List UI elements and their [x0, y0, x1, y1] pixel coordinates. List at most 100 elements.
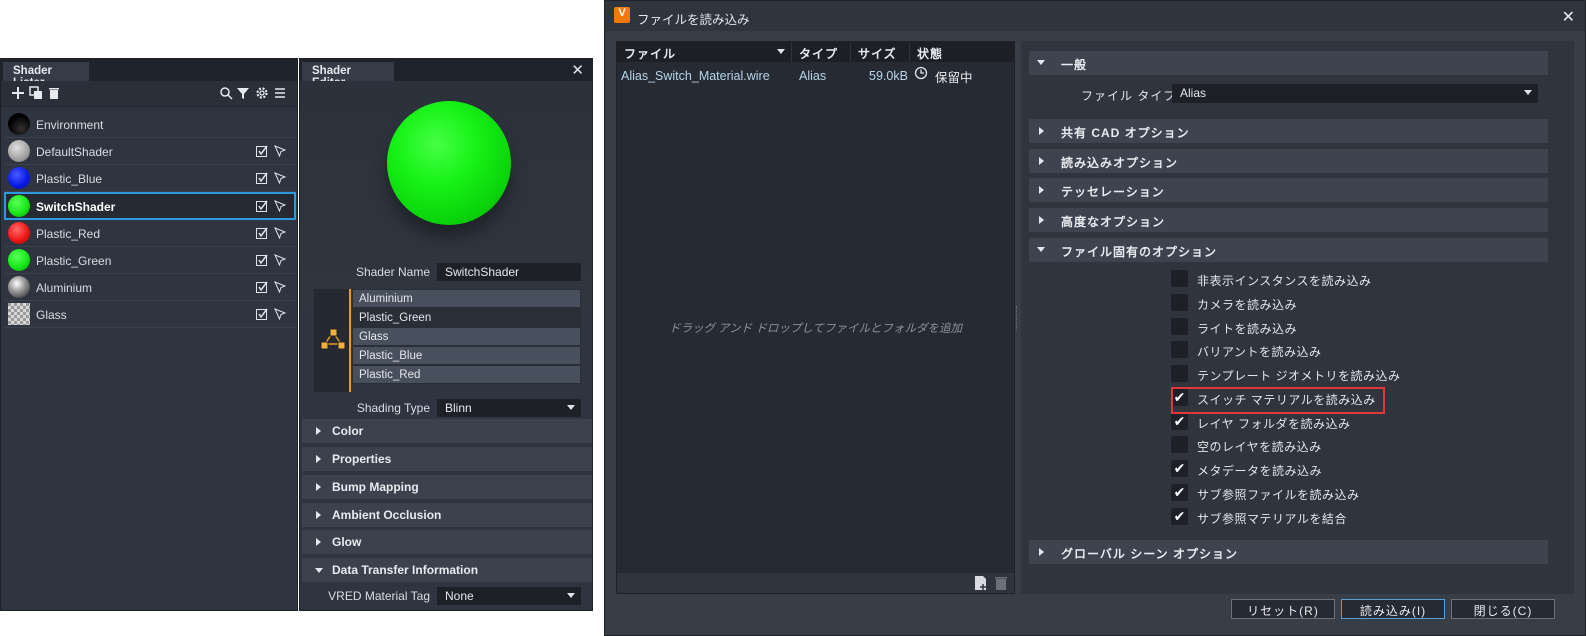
checkbox[interactable]	[1171, 318, 1188, 335]
checkbox-checked[interactable]: ✔	[1171, 460, 1188, 477]
section-label: ファイル固有のオプション	[1061, 245, 1218, 259]
gear-icon[interactable]	[255, 86, 269, 100]
section-color[interactable]: Color	[302, 419, 592, 443]
option-label: 非表示インスタンスを読み込み	[1197, 274, 1372, 288]
section-global-scene-options[interactable]: グローバル シーン オプション	[1029, 540, 1548, 564]
option-label: テンプレート ジオメトリを読み込み	[1197, 369, 1401, 383]
apply-check-icon[interactable]	[256, 254, 268, 266]
section-ambient-occlusion[interactable]: Ambient Occlusion	[302, 503, 592, 527]
section-label: 共有 CAD オプション	[1061, 126, 1190, 140]
section-advanced-options[interactable]: 高度なオプション	[1029, 208, 1548, 232]
shader-name-input[interactable]: SwitchShader	[437, 263, 581, 281]
section-shared-cad-options[interactable]: 共有 CAD オプション	[1029, 119, 1548, 143]
section-label: 高度なオプション	[1061, 215, 1166, 229]
file-type-value: Alias	[1180, 86, 1207, 100]
dialog-title: ファイルを読み込み	[637, 13, 750, 27]
trash-icon[interactable]	[47, 86, 61, 100]
section-general[interactable]: 一般	[1029, 51, 1548, 75]
option-label: レイヤ フォルダを読み込み	[1197, 417, 1351, 431]
column-type[interactable]: タイプ	[799, 45, 838, 62]
shader-preview-icon	[8, 222, 30, 244]
select-cursor-icon[interactable]	[274, 200, 287, 213]
select-cursor-icon[interactable]	[274, 172, 287, 185]
close-button[interactable]: 閉じる(C)	[1451, 599, 1555, 619]
apply-check-icon[interactable]	[256, 145, 268, 157]
checkbox-checked[interactable]: ✔	[1171, 484, 1188, 501]
filter-icon[interactable]	[236, 86, 250, 100]
shader-row-aluminium[interactable]: Aluminium	[4, 274, 296, 301]
select-cursor-icon[interactable]	[274, 308, 287, 321]
shader-row-plastic-red[interactable]: Plastic_Red	[4, 220, 296, 247]
section-glow[interactable]: Glow	[302, 530, 592, 554]
checkbox[interactable]	[1171, 294, 1188, 311]
option-label: メタデータを読み込み	[1197, 464, 1323, 478]
file-list-footer	[617, 573, 1014, 593]
section-label: Properties	[332, 452, 392, 466]
checkbox[interactable]	[1171, 341, 1188, 358]
add-file-icon[interactable]	[974, 575, 988, 594]
file-status-cell: 保留中	[935, 71, 973, 85]
import-button[interactable]: 読み込み(I)	[1341, 599, 1445, 619]
search-icon[interactable]	[219, 86, 233, 100]
tab-shader-lister[interactable]: Shader Lister	[3, 62, 89, 89]
section-label: Bump Mapping	[332, 480, 419, 494]
apply-check-icon[interactable]	[256, 227, 268, 239]
section-data-transfer-information[interactable]: Data Transfer Information	[302, 558, 592, 582]
vred-material-tag-select[interactable]: None	[437, 587, 581, 605]
trash-icon[interactable]	[994, 575, 1008, 594]
checkbox-checked[interactable]: ✔	[1171, 508, 1188, 525]
section-properties[interactable]: Properties	[302, 447, 592, 471]
sort-arrow-icon[interactable]	[777, 49, 785, 54]
section-tessellation[interactable]: テッセレーション	[1029, 178, 1548, 202]
section-label: Data Transfer Information	[332, 563, 479, 577]
select-cursor-icon[interactable]	[274, 145, 287, 158]
switch-item[interactable]: Glass	[352, 326, 581, 346]
column-size[interactable]: サイズ	[858, 45, 897, 62]
section-file-specific-options[interactable]: ファイル固有のオプション	[1029, 238, 1548, 262]
shader-row-plastic-green[interactable]: Plastic_Green	[4, 247, 296, 274]
panel-splitter[interactable]	[1016, 306, 1019, 330]
column-status[interactable]: 状態	[917, 45, 943, 62]
shading-type-select[interactable]: Blinn	[437, 399, 581, 417]
switch-item[interactable]: Aluminium	[352, 289, 581, 308]
switch-item-active[interactable]: Plastic_Green	[352, 307, 581, 327]
file-type-select[interactable]: Alias	[1172, 84, 1538, 103]
shader-row-defaultshader[interactable]: DefaultShader	[4, 138, 296, 165]
duplicate-icon[interactable]	[29, 86, 43, 100]
checkbox[interactable]	[1171, 270, 1188, 287]
expand-arrow-icon	[1039, 186, 1044, 194]
checkbox-checked[interactable]: ✔	[1171, 413, 1188, 430]
switch-item[interactable]: Plastic_Red	[352, 364, 581, 384]
checkbox[interactable]	[1171, 436, 1188, 453]
close-icon[interactable]: ✕	[1562, 7, 1575, 27]
add-icon[interactable]	[11, 86, 25, 100]
column-file[interactable]: ファイル	[624, 45, 676, 62]
apply-check-icon[interactable]	[256, 172, 268, 184]
apply-check-icon[interactable]	[256, 308, 268, 320]
shader-name-label: Shader Name	[355, 265, 430, 279]
column-divider	[850, 42, 851, 62]
shader-name: Glass	[36, 308, 67, 322]
shader-row-environment[interactable]: Environment	[4, 111, 296, 138]
shader-row-glass[interactable]: Glass	[4, 301, 296, 328]
select-cursor-icon[interactable]	[274, 227, 287, 240]
select-cursor-icon[interactable]	[274, 281, 287, 294]
close-icon[interactable]: ✕	[571, 61, 584, 79]
shader-row-switchshader[interactable]: SwitchShader	[4, 192, 296, 220]
apply-check-icon[interactable]	[256, 200, 268, 212]
shader-lister-panel: Shader Lister Environment D	[0, 58, 298, 611]
expand-arrow-icon	[1039, 216, 1044, 224]
shader-list: Environment DefaultShader Plastic_Blue S…	[4, 111, 296, 328]
menu-icon[interactable]	[273, 86, 287, 100]
switch-item[interactable]: Plastic_Blue	[352, 345, 581, 365]
reset-button[interactable]: リセット(R)	[1231, 599, 1335, 619]
shader-row-plastic-blue[interactable]: Plastic_Blue	[4, 165, 296, 192]
chevron-down-icon	[1524, 90, 1532, 95]
tab-shader-editor[interactable]: Shader Editor	[302, 62, 394, 89]
vred-material-tag-value: None	[445, 589, 474, 603]
apply-check-icon[interactable]	[256, 281, 268, 293]
select-cursor-icon[interactable]	[274, 254, 287, 267]
section-bump-mapping[interactable]: Bump Mapping	[302, 475, 592, 499]
section-import-options[interactable]: 読み込みオプション	[1029, 149, 1548, 173]
checkbox[interactable]	[1171, 365, 1188, 382]
